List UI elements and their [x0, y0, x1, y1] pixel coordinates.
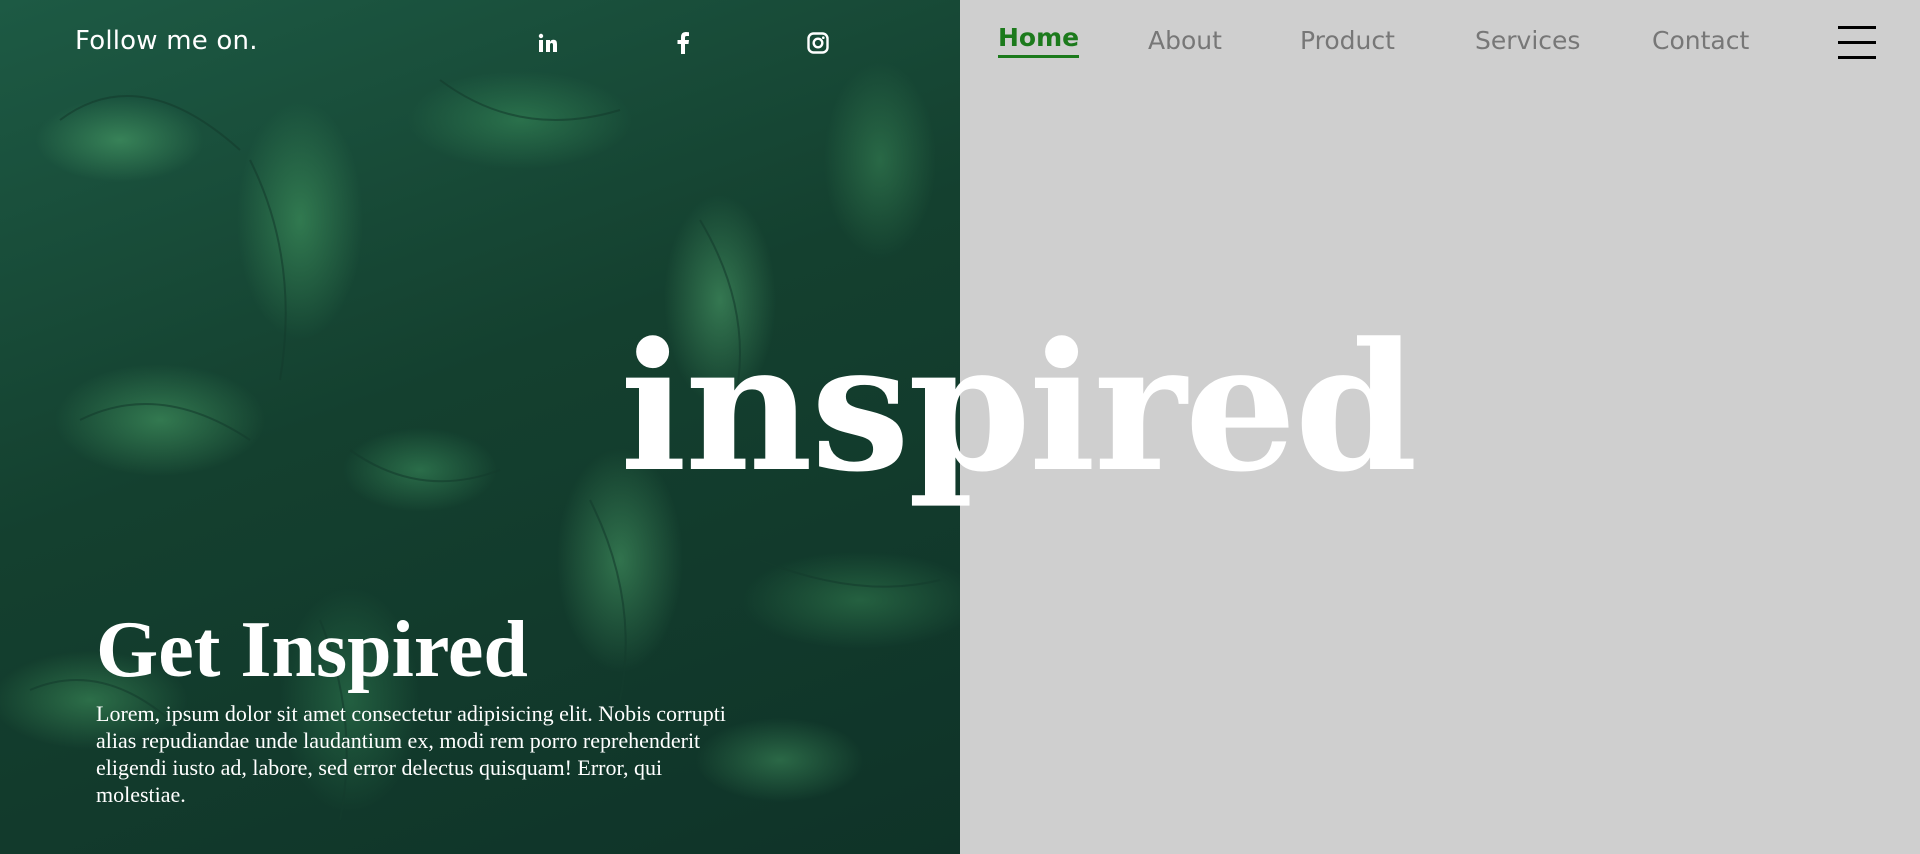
nav-contact[interactable]: Contact [1652, 26, 1749, 55]
nav-services[interactable]: Services [1475, 26, 1580, 55]
follow-me-label: Follow me on. [75, 26, 258, 56]
nav-about[interactable]: About [1148, 26, 1222, 55]
hamburger-menu-icon[interactable] [1838, 26, 1876, 60]
instagram-icon[interactable] [805, 30, 831, 56]
hero-title: Get Inspired [96, 606, 528, 694]
hamburger-bar [1838, 26, 1876, 29]
hero-body-text: Lorem, ipsum dolor sit amet consectetur … [96, 701, 726, 807]
main-nav: Home About Product Services Contact [960, 0, 1920, 86]
nav-product[interactable]: Product [1300, 26, 1395, 55]
linkedin-icon[interactable] [535, 30, 561, 56]
hamburger-bar [1838, 56, 1876, 59]
facebook-icon[interactable] [670, 30, 696, 56]
nav-home[interactable]: Home [998, 23, 1080, 58]
hero-big-word: inspired [620, 304, 1418, 511]
hamburger-bar [1838, 41, 1876, 44]
